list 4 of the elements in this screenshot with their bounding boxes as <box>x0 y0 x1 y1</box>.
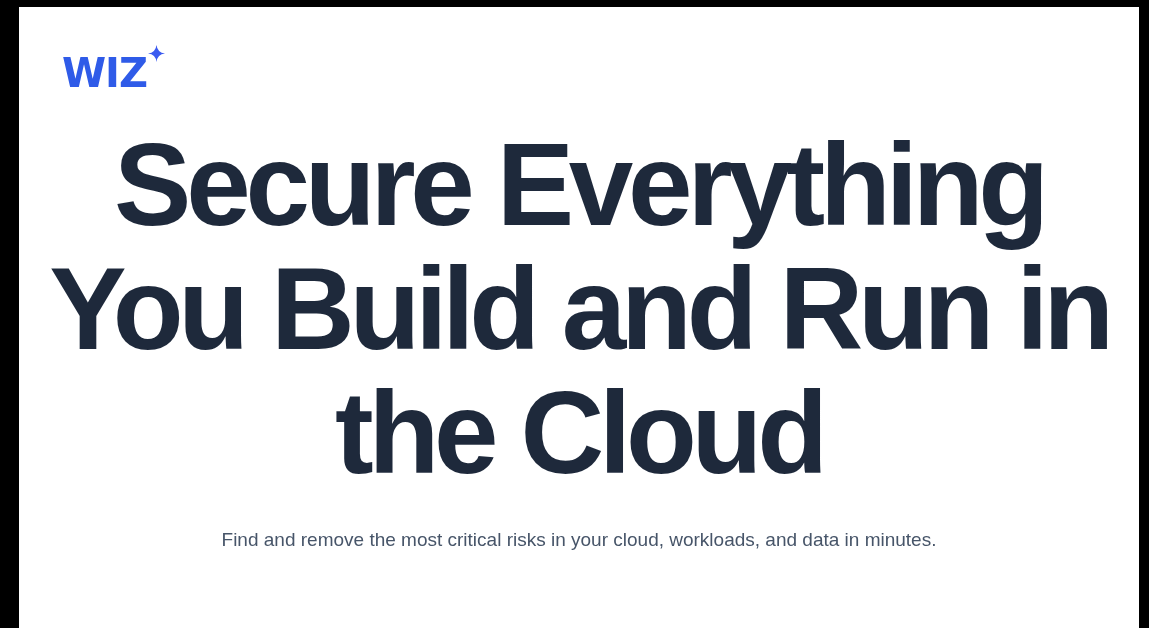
hero-heading: Secure Everything You Build and Run in the Cloud <box>48 123 1110 495</box>
logo-text[interactable]: WIZ <box>62 53 147 93</box>
hero-subheading: Find and remove the most critical risks in your cloud, workloads, and data in minutes. <box>220 528 938 552</box>
sparkle-icon <box>148 45 165 62</box>
